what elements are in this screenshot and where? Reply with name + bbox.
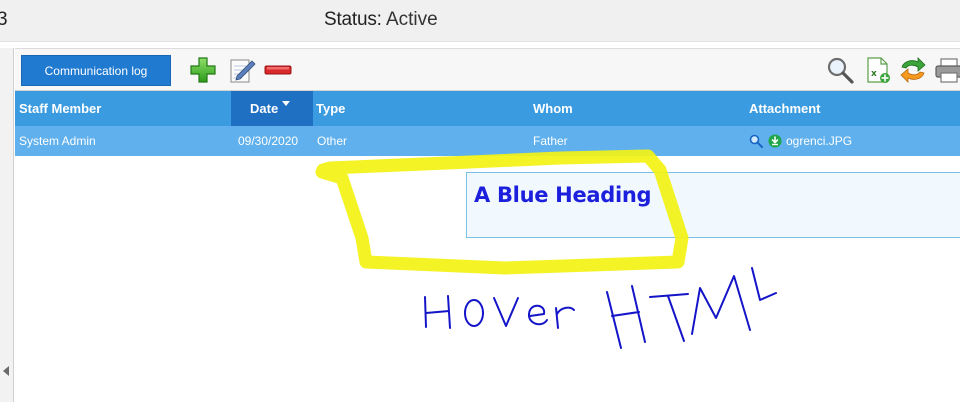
cell-staff-member: System Admin xyxy=(19,134,96,148)
cell-whom: Father xyxy=(533,134,568,148)
tooltip-heading: A Blue Heading xyxy=(474,183,652,207)
hover-tooltip: A Blue Heading xyxy=(466,172,960,238)
top-status-bar: 3 Status: Active xyxy=(0,0,960,42)
preview-attachment-icon[interactable] xyxy=(749,134,763,148)
scroll-left-arrow-icon[interactable] xyxy=(3,366,9,376)
svg-text:x: x xyxy=(871,69,877,79)
edit-icon[interactable] xyxy=(228,57,256,85)
communication-log-button[interactable]: Communication log xyxy=(21,55,171,86)
attachment-filename-link[interactable]: ogrenci.JPG xyxy=(786,126,852,156)
column-header-attachment[interactable]: Attachment xyxy=(749,91,821,126)
table-row[interactable]: System Admin 09/30/2020 Other Father ogr… xyxy=(15,126,960,156)
status-indicator: Status: Active xyxy=(324,9,438,31)
print-icon[interactable] xyxy=(934,56,960,84)
excel-export-icon[interactable]: x xyxy=(864,56,892,84)
refresh-icon[interactable] xyxy=(899,56,927,84)
cell-type: Other xyxy=(317,134,348,148)
download-attachment-icon[interactable] xyxy=(768,134,782,148)
column-header-whom[interactable]: Whom xyxy=(533,91,573,126)
toolbar: Communication log x xyxy=(15,49,960,91)
column-header-staff-member[interactable]: Staff Member xyxy=(19,91,101,126)
delete-icon[interactable] xyxy=(264,56,292,84)
search-icon[interactable] xyxy=(826,56,854,84)
column-header-type[interactable]: Type xyxy=(316,91,345,126)
add-icon[interactable] xyxy=(189,56,217,84)
column-header-date[interactable]: Date xyxy=(231,91,313,126)
cell-date: 09/30/2020 xyxy=(238,134,299,148)
column-header-date-label: Date xyxy=(250,101,279,116)
status-value: Active xyxy=(385,9,438,30)
table-header: Staff Member Date Type Whom Attachment xyxy=(15,91,960,126)
sort-descending-icon xyxy=(282,101,290,106)
status-label: Status: xyxy=(324,9,382,30)
truncated-label: 3 xyxy=(0,9,8,30)
left-scrollbar[interactable] xyxy=(0,48,14,402)
